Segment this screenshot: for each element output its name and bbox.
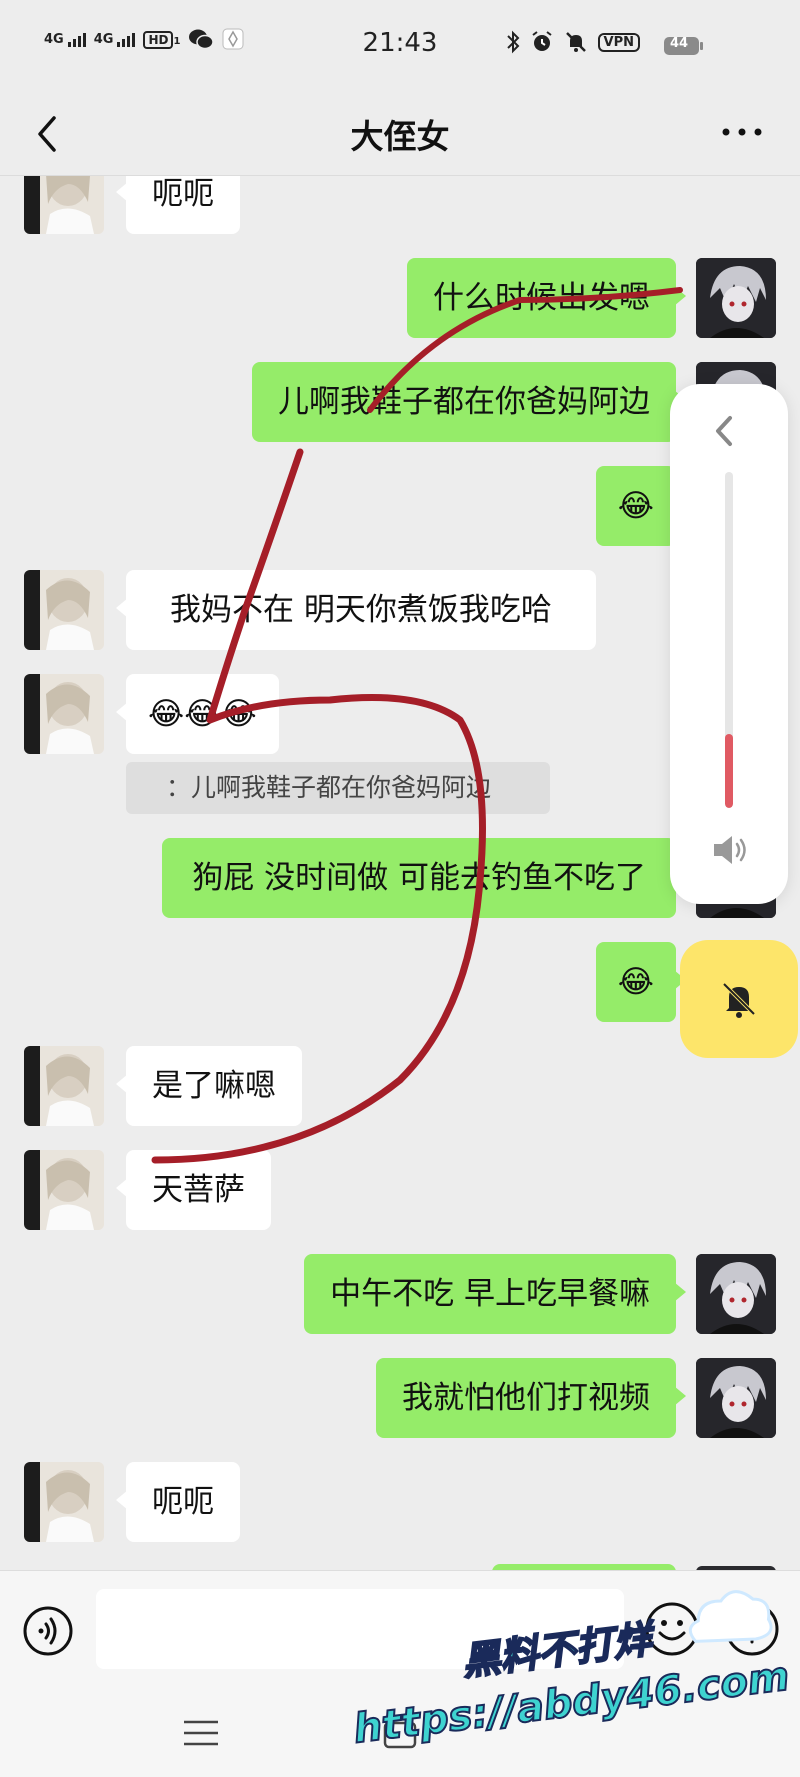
menu-icon[interactable] [182, 1718, 220, 1748]
message-bubble-outgoing[interactable]: 我就怕他们打视频 [376, 1358, 686, 1438]
avatar-self[interactable] [696, 1358, 776, 1438]
avatar-contact[interactable] [24, 176, 104, 234]
status-bar: 4G 4G HD 1 21:43 VPN 44 [0, 0, 800, 92]
avatar-contact[interactable] [24, 674, 104, 754]
avatar-self[interactable] [696, 1254, 776, 1334]
avatar-contact[interactable] [24, 1046, 104, 1126]
chevron-left-icon[interactable] [710, 414, 740, 448]
speaker-icon[interactable] [710, 832, 750, 868]
watermark-cloud-icon [688, 1590, 773, 1643]
avatar-contact[interactable] [24, 570, 104, 650]
mute-toggle-button[interactable] [680, 940, 798, 1058]
alarm-icon [531, 31, 552, 51]
message-bubble-incoming[interactable]: 天菩萨 [116, 1150, 271, 1230]
message-bubble-outgoing[interactable]: 😂 [595, 466, 687, 546]
bluetooth-icon [506, 30, 519, 54]
status-right-icons: VPN [506, 30, 640, 54]
message-bubble-incoming[interactable]: 是了嘛嗯 [116, 1046, 302, 1126]
volume-slider-fill [725, 734, 733, 808]
message-bubble-outgoing[interactable]: 😂 [595, 942, 687, 1022]
volume-panel[interactable] [670, 384, 788, 904]
message-bubble-incoming[interactable]: 呃呃 [116, 176, 240, 234]
avatar-contact[interactable] [24, 1462, 104, 1542]
message-bubble-incoming[interactable]: 呃呃 [116, 1462, 240, 1542]
volume-slider[interactable] [725, 472, 733, 808]
bell-off-icon [722, 982, 756, 1018]
message-bubble-incoming[interactable]: 😂😂😂 [116, 674, 279, 754]
message-bubble-outgoing[interactable]: 什么时候出发嗯 [407, 258, 686, 338]
message-bubble-outgoing[interactable]: 儿啊我鞋子都在你爸妈阿边 [252, 362, 686, 442]
message-bubble-incoming[interactable]: 我妈不在 明天你煮饭我吃哈 [116, 570, 596, 650]
quoted-message[interactable]: ：儿啊我鞋子都在你爸妈阿边 [126, 762, 550, 814]
message-bubble-outgoing[interactable]: 中午不吃 早上吃早餐嘛 [304, 1254, 686, 1334]
vpn-badge: VPN [597, 32, 640, 52]
chat-title: 大侄女 [350, 117, 450, 156]
chat-header: 大侄女 [0, 92, 800, 176]
avatar-self[interactable] [696, 258, 776, 338]
avatar-contact[interactable] [24, 1150, 104, 1230]
message-bubble-outgoing[interactable]: 狗屁 没时间做 可能去钓鱼不吃了 [162, 838, 686, 918]
voice-icon[interactable] [22, 1605, 74, 1657]
battery-level: 44 [669, 36, 689, 51]
more-icon[interactable] [720, 120, 764, 144]
mute-status-icon [565, 32, 586, 52]
